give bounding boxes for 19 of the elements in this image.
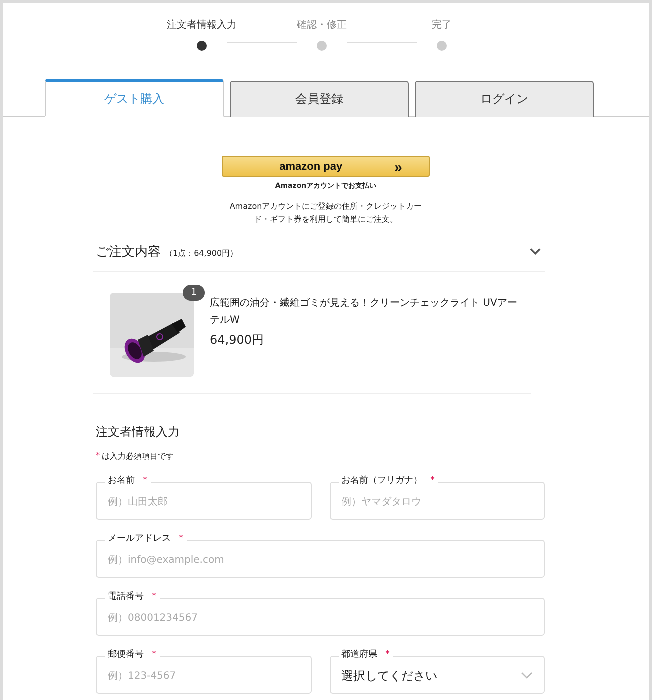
tab[interactable]: ゲスト購入 — [45, 79, 224, 117]
order-summary-total: （1点：64,900円） — [165, 248, 238, 259]
required-mark: * — [96, 451, 100, 462]
product-price: 64,900円 — [210, 332, 265, 349]
section-title: 注文者情報入力 — [95, 424, 181, 441]
chevron-down-icon[interactable] — [530, 248, 541, 256]
quantity-badge: 1 — [183, 285, 205, 301]
required-legend: は入力必須項目です — [102, 451, 174, 462]
amazon-pay-description: Amazonアカウントにご登録の住所・クレジットカード・ギフト券を利用して簡単にご注文。 — [228, 201, 424, 226]
step-label: 確認・修正 — [297, 18, 347, 32]
order-summary-title: ご注文内容 — [96, 244, 161, 261]
tab[interactable]: ログイン — [415, 81, 594, 117]
chevron-down-icon — [521, 672, 533, 680]
step-label: 注文者情報入力 — [167, 18, 237, 32]
input-field[interactable]: 例）info@example.com — [96, 540, 545, 578]
amazon-pay-button[interactable]: amazon pay » — [222, 156, 430, 177]
product-name: 広範囲の油分・繊維ゴミが見える！クリーンチェックライト UVアーテルW — [210, 296, 518, 328]
step-label: 完了 — [432, 18, 452, 32]
tab[interactable]: 会員登録 — [230, 81, 409, 117]
